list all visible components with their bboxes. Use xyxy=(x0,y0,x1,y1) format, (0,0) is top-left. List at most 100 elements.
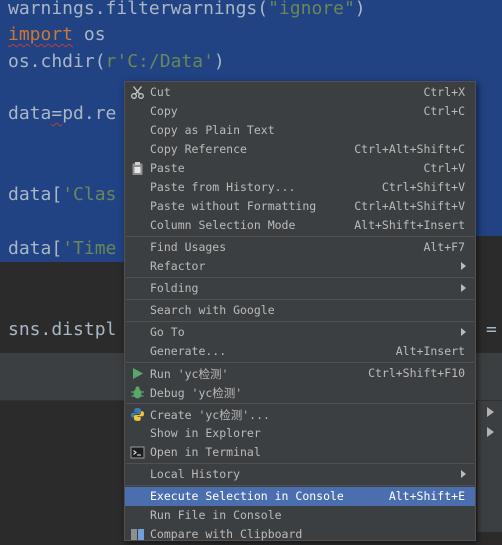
code-line[interactable]: warnings.filterwarnings("ignore") xyxy=(8,0,366,22)
python-icon xyxy=(130,407,145,422)
menu-item-paste-without-formatting[interactable]: Paste without Formatting Ctrl+Alt+Shift+V xyxy=(125,197,475,216)
code-line[interactable]: import os xyxy=(8,22,106,48)
code-token: os.chdir( xyxy=(8,51,106,72)
menu-item-label: Paste xyxy=(150,161,185,175)
menu-item-copy-plain-text[interactable]: Copy as Plain Text xyxy=(125,121,475,140)
menu-item-shortcut: Ctrl+V xyxy=(423,161,465,175)
code-token: sns.distpl xyxy=(8,319,117,340)
code-token: = xyxy=(51,103,63,124)
menu-item-paste[interactable]: Paste Ctrl+V xyxy=(125,159,475,178)
menu-item-search-with-google[interactable]: Search with Google xyxy=(125,301,475,320)
menu-item-cut[interactable]: Cut Ctrl+X xyxy=(125,83,475,102)
menu-item-label: Copy xyxy=(150,104,178,118)
menu-item-open-in-terminal[interactable]: Open in Terminal xyxy=(125,443,475,462)
menu-item-copy-reference[interactable]: Copy Reference Ctrl+Alt+Shift+C xyxy=(125,140,475,159)
code-line[interactable]: data=pd.re xyxy=(8,101,116,127)
code-token: ) xyxy=(354,0,366,19)
menu-item-label: Refactor xyxy=(150,259,206,273)
menu-item-label: Find Usages xyxy=(150,240,227,254)
menu-separator xyxy=(126,299,474,300)
menu-item-debug[interactable]: Debug 'yc检测' xyxy=(125,383,475,402)
code-line[interactable]: os.chdir(r'C:/Data') xyxy=(8,49,225,75)
menu-item-local-history[interactable]: Local History xyxy=(125,465,475,484)
menu-item-shortcut: Ctrl+X xyxy=(423,85,465,99)
code-token: warnings.filterwarnings( xyxy=(8,0,269,19)
debug-bug-icon xyxy=(130,385,145,400)
code-token: os xyxy=(73,24,106,45)
code-line[interactable]: data['Clas xyxy=(8,182,116,208)
menu-separator xyxy=(126,485,474,486)
scissors-icon xyxy=(130,85,145,100)
compare-icon xyxy=(130,527,145,542)
submenu-arrow-icon xyxy=(461,262,466,270)
menu-item-run-file-in-console[interactable]: Run File in Console xyxy=(125,506,475,525)
menu-item-label: Cut xyxy=(150,85,171,99)
code-token: import xyxy=(8,24,74,45)
menu-item-copy[interactable]: Copy Ctrl+C xyxy=(125,102,475,121)
submenu-arrow-icon xyxy=(461,328,466,336)
menu-item-folding[interactable]: Folding xyxy=(125,279,475,298)
menu-item-shortcut: Alt+F7 xyxy=(423,240,465,254)
menu-item-refactor[interactable]: Refactor xyxy=(125,257,475,276)
rerun-arrow-icon[interactable] xyxy=(487,407,494,417)
menu-item-label: Create 'yc检测'... xyxy=(150,408,270,422)
menu-item-go-to[interactable]: Go To xyxy=(125,323,475,342)
menu-separator xyxy=(126,362,474,363)
code-token: data xyxy=(8,103,52,124)
run-icon xyxy=(130,366,145,381)
menu-item-paste-from-history[interactable]: Paste from History... Ctrl+Shift+V xyxy=(125,178,475,197)
code-line[interactable]: sns.distpl xyxy=(8,317,116,343)
code-token: ) xyxy=(213,51,225,72)
menu-item-label: Search with Google xyxy=(150,303,275,317)
selection-highlight xyxy=(476,90,502,236)
menu-item-label: Show in Explorer xyxy=(150,426,261,440)
code-token: 'Clas xyxy=(62,184,117,205)
menu-item-label: Column Selection Mode xyxy=(150,218,296,232)
menu-separator xyxy=(126,403,474,404)
menu-separator xyxy=(126,463,474,464)
menu-item-shortcut: Alt+Shift+Insert xyxy=(354,218,465,232)
code-token: 'Time xyxy=(62,238,117,259)
menu-item-label: Folding xyxy=(150,281,199,295)
console-toolbar xyxy=(477,401,502,532)
menu-separator xyxy=(126,277,474,278)
menu-item-create[interactable]: Create 'yc检测'... xyxy=(125,405,475,424)
menu-item-label: Paste without Formatting xyxy=(150,199,317,213)
menu-item-find-usages[interactable]: Find Usages Alt+F7 xyxy=(125,238,475,257)
menu-item-shortcut: Ctrl+Shift+V xyxy=(381,180,465,194)
menu-item-label: Run 'yc检测' xyxy=(150,367,229,381)
menu-item-label: Copy Reference xyxy=(150,142,247,156)
menu-item-compare-with-clipboard[interactable]: Compare with Clipboard xyxy=(125,525,475,544)
menu-item-execute-selection-in-console[interactable]: Execute Selection in Console Alt+Shift+E xyxy=(125,487,475,506)
menu-item-label: Execute Selection in Console xyxy=(150,489,344,503)
menu-item-label: Paste from History... xyxy=(150,180,296,194)
menu-item-label: Local History xyxy=(150,467,241,481)
menu-item-column-selection-mode[interactable]: Column Selection Mode Alt+Shift+Insert xyxy=(125,216,475,235)
submenu-arrow-icon xyxy=(461,284,466,292)
menu-item-run[interactable]: Run 'yc检测' Ctrl+Shift+F10 xyxy=(125,364,475,383)
code-token: r'C:/Data' xyxy=(105,51,214,72)
menu-item-label: Generate... xyxy=(150,344,227,358)
menu-item-shortcut: Alt+Shift+E xyxy=(388,489,465,503)
resume-arrow-icon[interactable] xyxy=(487,427,494,437)
menu-item-label: Open in Terminal xyxy=(150,445,261,459)
menu-item-shortcut: Ctrl+C xyxy=(423,104,465,118)
code-line[interactable]: data['Time xyxy=(8,236,116,262)
code-token: pd.re xyxy=(62,103,117,124)
menu-separator xyxy=(126,236,474,237)
submenu-arrow-icon xyxy=(461,470,466,478)
menu-item-label: Debug 'yc检测' xyxy=(150,386,243,400)
code-token: data[ xyxy=(8,238,63,259)
menu-item-label: Compare with Clipboard xyxy=(150,527,303,541)
menu-item-show-in-explorer[interactable]: Show in Explorer xyxy=(125,424,475,443)
menu-item-generate[interactable]: Generate... Alt+Insert xyxy=(125,342,475,361)
menu-item-shortcut: Ctrl+Shift+F10 xyxy=(368,366,465,380)
editor-context-menu: Cut Ctrl+X Copy Ctrl+C Copy as Plain Text Cop… xyxy=(124,81,476,541)
menu-item-label: Copy as Plain Text xyxy=(150,123,275,137)
menu-item-shortcut: Ctrl+Alt+Shift+V xyxy=(354,199,465,213)
code-token: data[ xyxy=(8,184,63,205)
menu-item-shortcut: Ctrl+Alt+Shift+C xyxy=(354,142,465,156)
code-fragment: = xyxy=(486,319,497,340)
clipboard-icon xyxy=(130,161,145,176)
terminal-icon xyxy=(130,445,145,460)
